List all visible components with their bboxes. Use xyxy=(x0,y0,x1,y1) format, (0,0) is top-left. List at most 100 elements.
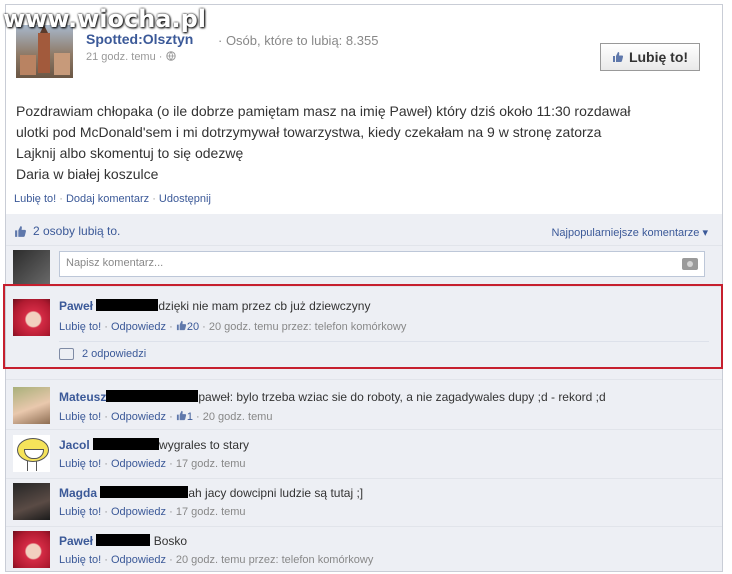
comment-text-row: Magda ah jacy dowcipni ludzie są tutaj ;… xyxy=(59,486,363,500)
post-line: Pozdrawiam chłopaka (o ile dobrze pamięt… xyxy=(16,103,631,119)
avatar[interactable] xyxy=(13,483,50,520)
comment-text: wygrales to stary xyxy=(159,438,250,452)
share-link[interactable]: Udostępnij xyxy=(159,193,211,205)
comment-text: dzięki nie mam przez cb już dziewczyny xyxy=(158,299,371,313)
comment-text-row: Jacol wygrales to stary xyxy=(59,438,249,452)
thumbs-up-icon xyxy=(612,52,623,62)
camera-icon[interactable] xyxy=(682,258,698,270)
comment-author[interactable]: Paweł xyxy=(59,534,93,548)
current-user-avatar[interactable] xyxy=(13,250,50,287)
separator: · xyxy=(169,321,173,333)
comment-likes-count[interactable]: 1 xyxy=(187,411,193,423)
page-like-button[interactable]: Lubię to! xyxy=(600,43,700,71)
replies-count: 2 odpowiedzi xyxy=(82,348,147,360)
avatar-tower-shape xyxy=(38,25,50,73)
comment-time: · 20 godz. temu przez: telefon komórkowy xyxy=(169,554,374,566)
post-like-link[interactable]: Lubię to! xyxy=(14,193,56,205)
comment-author[interactable]: Magda xyxy=(59,486,97,500)
thumbs-up-icon xyxy=(176,410,186,421)
comment-meta: Lubię to! · Odpowiedz · 17 godz. temu xyxy=(59,506,246,518)
separator: · xyxy=(104,411,108,423)
comment-item: Paweł Bosko Lubię to! · Odpowiedz · 20 g… xyxy=(6,528,722,571)
divider xyxy=(6,429,722,430)
comment-meta: Lubię to! · Odpowiedz · 1 · 20 godz. tem… xyxy=(59,410,272,423)
comment-like-link[interactable]: Lubię to! xyxy=(59,458,101,470)
avatar-house-shape xyxy=(54,53,70,75)
troll-face-icon xyxy=(17,438,49,462)
comment-meta: Lubię to! · Odpowiedz · 20 · 20 godz. te… xyxy=(59,320,406,333)
post-message: Pozdrawiam chłopaka (o ile dobrze pamięt… xyxy=(16,101,706,185)
page-fans-count: · Osób, które to lubią: 8.355 xyxy=(218,33,379,48)
comment-reply-link[interactable]: Odpowiedz xyxy=(111,458,166,470)
likes-summary: 2 osoby lubią to. xyxy=(14,224,120,238)
divider xyxy=(6,526,722,527)
comment-author[interactable]: Mateusz xyxy=(59,390,106,404)
comment-item: Jacol wygrales to stary Lubię to! · Odpo… xyxy=(6,432,722,476)
add-comment-link[interactable]: Dodaj komentarz xyxy=(66,193,149,205)
redaction-bar xyxy=(96,534,151,546)
comment-time: · 17 godz. temu xyxy=(169,506,246,518)
separator: · xyxy=(104,321,108,333)
avatar[interactable] xyxy=(13,387,50,424)
post-timestamp: 21 godz. temu · xyxy=(86,51,176,63)
redaction-bar xyxy=(93,438,160,450)
post-line: ulotki pod McDonald'sem i mi dotrzymywał… xyxy=(16,124,602,140)
globe-icon xyxy=(165,51,176,61)
comment-reply-link[interactable]: Odpowiedz xyxy=(111,321,166,333)
comment-meta: Lubię to! · Odpowiedz · 20 godz. temu pr… xyxy=(59,554,373,566)
avatar[interactable] xyxy=(13,299,50,336)
comment-text: paweł: bylo trzeba wziac sie do roboty, … xyxy=(198,390,606,404)
post-line: Daria w białej koszulce xyxy=(16,166,159,182)
avatar[interactable] xyxy=(13,531,50,568)
divider xyxy=(6,379,722,380)
comment-reply-link[interactable]: Odpowiedz xyxy=(111,506,166,518)
comment-like-link[interactable]: Lubię to! xyxy=(59,411,101,423)
comment-text: Bosko xyxy=(153,534,188,548)
comments-panel: 2 osoby lubią to. Najpopularniejsze kome… xyxy=(6,214,722,571)
comment-time: · 20 godz. temu xyxy=(196,411,273,423)
separator: · xyxy=(104,554,108,566)
separator: · xyxy=(56,193,66,205)
comment-author[interactable]: Jacol xyxy=(59,438,90,452)
redaction-bar xyxy=(100,486,189,498)
comment-time: · 20 godz. temu przez: telefon komórkowy xyxy=(202,321,407,333)
comment-reply-link[interactable]: Odpowiedz xyxy=(111,554,166,566)
divider xyxy=(6,245,722,246)
divider xyxy=(6,478,722,479)
redaction-bar xyxy=(106,390,199,402)
thumbs-up-icon xyxy=(15,225,26,237)
post-actions: Lubię to! · Dodaj komentarz · Udostępnij xyxy=(14,193,211,205)
comment-item: Paweł dzięki nie mam przez cb już dziewc… xyxy=(6,291,722,371)
comment-text-row: Mateusz paweł: bylo trzeba wziac sie do r… xyxy=(59,390,606,404)
comment-item: Mateusz paweł: bylo trzeba wziac sie do r… xyxy=(6,384,722,428)
comment-likes-count[interactable]: 20 xyxy=(187,321,199,333)
comment-like-link[interactable]: Lubię to! xyxy=(59,506,101,518)
comment-time: · 17 godz. temu xyxy=(169,458,246,470)
divider xyxy=(6,286,722,287)
comment-input-placeholder: Napisz komentarz... xyxy=(66,257,164,269)
redaction-bar xyxy=(96,299,159,311)
comment-sort-dropdown[interactable]: Najpopularniejsze komentarze ▾ xyxy=(551,226,708,239)
comment-item: Magda ah jacy dowcipni ludzie są tutaj ;… xyxy=(6,480,722,524)
avatar-body-shape xyxy=(27,461,37,471)
comment-text-row: Paweł dzięki nie mam przez cb już dziewc… xyxy=(59,299,370,313)
comment-reply-link[interactable]: Odpowiedz xyxy=(111,411,166,423)
comment-input[interactable]: Napisz komentarz... xyxy=(59,251,705,277)
comment-author[interactable]: Paweł xyxy=(59,299,93,313)
comment-like-link[interactable]: Lubię to! xyxy=(59,321,101,333)
comment-like-link[interactable]: Lubię to! xyxy=(59,554,101,566)
avatar[interactable] xyxy=(13,435,50,472)
separator: · xyxy=(104,506,108,518)
facebook-post: Spotted:Olsztyn · Osób, które to lubią: … xyxy=(5,4,723,572)
comment-meta: Lubię to! · Odpowiedz · 17 godz. temu xyxy=(59,458,246,470)
page-like-label: Lubię to! xyxy=(628,49,689,65)
post-line: Lajknij albo skomentuj to się odezwę xyxy=(16,145,244,161)
likes-count-link[interactable]: 2 osoby lubią to. xyxy=(33,224,120,238)
comment-text-row: Paweł Bosko xyxy=(59,534,187,548)
post-time-text: 21 godz. temu · xyxy=(86,51,163,63)
thumbs-up-icon xyxy=(176,320,186,331)
view-replies-link[interactable]: 2 odpowiedzi xyxy=(59,341,709,366)
comment-text: ah jacy dowcipni ludzie są tutaj ;] xyxy=(188,486,364,500)
watermark-text: www.wiocha.pl xyxy=(3,5,207,33)
page-name-link[interactable]: Spotted:Olsztyn xyxy=(86,31,193,47)
